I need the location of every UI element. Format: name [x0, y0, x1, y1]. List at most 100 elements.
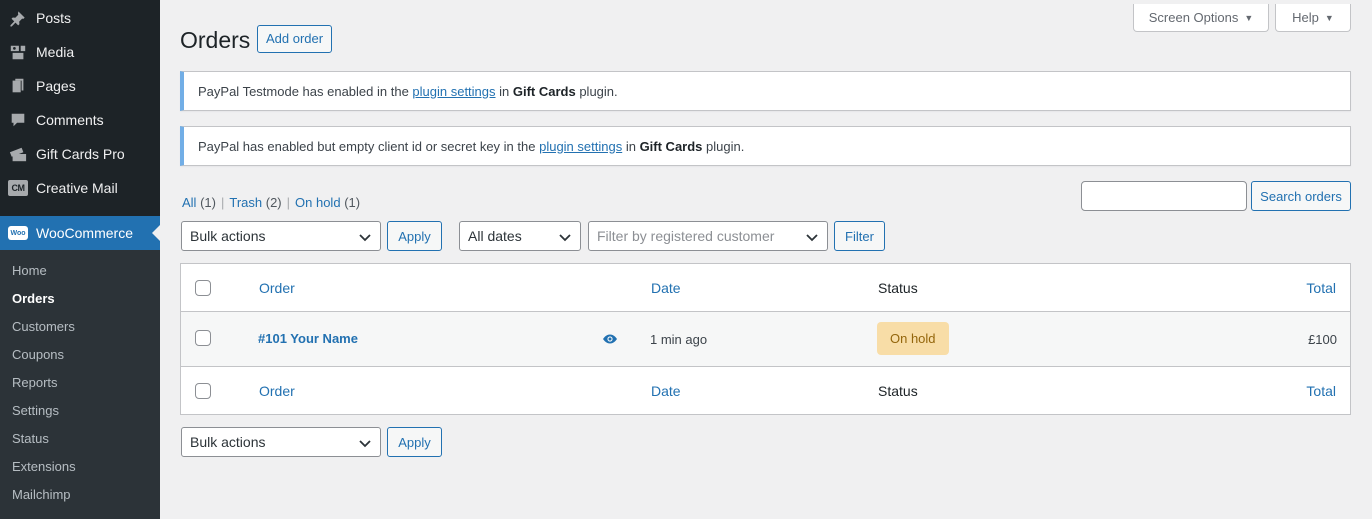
column-order-footer[interactable]: Order: [259, 383, 295, 399]
submenu-status[interactable]: Status: [0, 425, 160, 453]
cm-icon: CM: [8, 178, 28, 198]
apply-button-bottom[interactable]: Apply: [387, 427, 442, 457]
plugin-settings-link[interactable]: plugin settings: [412, 84, 495, 99]
table-row[interactable]: #101 Your Name 1 min ago On hold £100: [181, 312, 1350, 367]
row-checkbox[interactable]: [195, 330, 211, 346]
view-trash-count: (2): [265, 195, 282, 210]
select-all-checkbox[interactable]: [195, 383, 211, 399]
bulk-actions-select[interactable]: Bulk actions: [181, 221, 381, 251]
screen-options-label: Screen Options: [1148, 10, 1239, 25]
orders-table: Order Date Status Total #101 Your Name 1…: [180, 263, 1351, 415]
select-all-checkbox[interactable]: [195, 280, 211, 296]
submenu-extensions[interactable]: Extensions: [0, 453, 160, 481]
page-title: Orders: [180, 27, 251, 53]
bulk-actions-value: Bulk actions: [190, 228, 266, 244]
help-label: Help: [1292, 10, 1319, 25]
submenu-reports[interactable]: Reports: [0, 369, 160, 397]
cm-badge: CM: [8, 180, 28, 196]
notice-prefix: PayPal has enabled but empty client id o…: [198, 138, 540, 154]
customer-filter-select[interactable]: Filter by registered customer: [588, 221, 828, 251]
customer-filter-placeholder: Filter by registered customer: [597, 228, 775, 244]
screen-options-button[interactable]: Screen Options ▼: [1133, 4, 1269, 32]
menu-item-gift-cards-pro[interactable]: Gift Cards Pro: [0, 137, 160, 171]
woocommerce-submenu: Home Orders Customers Coupons Reports Se…: [0, 250, 160, 519]
caret-down-icon: ▼: [1244, 12, 1254, 23]
column-status-header: Status: [878, 280, 918, 296]
filter-button[interactable]: Filter: [834, 221, 885, 251]
submenu-home[interactable]: Home: [0, 257, 160, 285]
menu-item-label: Media: [36, 44, 75, 60]
view-trash-link[interactable]: Trash: [229, 195, 262, 210]
chevron-down-icon: [359, 440, 371, 448]
notice-middle: in: [622, 138, 640, 154]
apply-button[interactable]: Apply: [387, 221, 442, 251]
menu-item-posts[interactable]: Posts: [0, 1, 160, 35]
submenu-settings[interactable]: Settings: [0, 397, 160, 425]
menu-item-woocommerce[interactable]: Woo WooCommerce: [0, 216, 160, 250]
notice-middle: in: [495, 83, 513, 99]
order-link[interactable]: #101 Your Name: [258, 331, 358, 346]
dates-select[interactable]: All dates: [459, 221, 581, 251]
column-status-footer: Status: [878, 383, 918, 399]
plugin-settings-link[interactable]: plugin settings: [539, 139, 622, 154]
view-on-hold-count: (1): [344, 195, 361, 210]
notice-suffix: plugin.: [702, 138, 745, 154]
chevron-down-icon: [559, 234, 571, 242]
admin-sidebar: Posts Media Pages Comments Gift Cards Pr…: [0, 0, 160, 519]
submenu-coupons[interactable]: Coupons: [0, 341, 160, 369]
menu-item-label: Pages: [36, 78, 76, 94]
menu-item-media[interactable]: Media: [0, 35, 160, 69]
column-total-footer[interactable]: Total: [1306, 383, 1336, 399]
notice-prefix: PayPal Testmode has enabled in the: [198, 83, 413, 99]
gift-cards-icon: [8, 144, 28, 164]
pages-icon: [8, 76, 28, 96]
comment-icon: [8, 110, 28, 130]
order-total: £100: [1308, 332, 1337, 347]
notice-plugin-name: Gift Cards: [512, 83, 576, 99]
menu-item-label: WooCommerce: [36, 225, 133, 241]
view-on-hold-link[interactable]: On hold: [295, 195, 341, 210]
help-button[interactable]: Help ▼: [1275, 4, 1351, 32]
woo-badge: Woo: [8, 226, 28, 240]
add-order-button[interactable]: Add order: [257, 25, 333, 53]
eye-icon[interactable]: [602, 333, 618, 345]
notice-paypal-empty-keys: PayPal has enabled but empty client id o…: [180, 126, 1351, 166]
search-orders-button[interactable]: Search orders: [1251, 181, 1351, 211]
menu-item-creative-mail[interactable]: CM Creative Mail: [0, 171, 160, 205]
chevron-down-icon: [806, 234, 818, 242]
notice-text: PayPal Testmode has enabled in the plugi…: [198, 84, 618, 99]
submenu-customers[interactable]: Customers: [0, 313, 160, 341]
menu-item-pages[interactable]: Pages: [0, 69, 160, 103]
view-all-count: (1): [200, 195, 216, 210]
search-orders-input[interactable]: [1081, 181, 1247, 211]
view-separator: |: [286, 195, 291, 210]
submenu-orders[interactable]: Orders: [0, 285, 160, 313]
notice-plugin-name: Gift Cards: [639, 138, 703, 154]
menu-item-label: Creative Mail: [36, 180, 118, 196]
notice-text: PayPal has enabled but empty client id o…: [198, 139, 744, 154]
woocommerce-icon: Woo: [8, 223, 28, 243]
menu-item-label: Gift Cards Pro: [36, 146, 125, 162]
notice-paypal-testmode: PayPal Testmode has enabled in the plugi…: [180, 71, 1351, 111]
table-header-row: Order Date Status Total: [181, 264, 1350, 312]
pin-icon: [8, 8, 28, 28]
caret-down-icon: ▼: [1324, 12, 1334, 23]
notice-suffix: plugin.: [575, 83, 618, 99]
media-icon: [8, 42, 28, 62]
view-all-link[interactable]: All: [182, 195, 196, 210]
menu-item-comments[interactable]: Comments: [0, 103, 160, 137]
current-menu-arrow: [152, 225, 160, 241]
menu-item-label: Comments: [36, 112, 104, 128]
bulk-actions-value: Bulk actions: [190, 434, 266, 450]
submenu-mailchimp[interactable]: Mailchimp: [0, 481, 160, 509]
order-date: 1 min ago: [650, 332, 708, 347]
bulk-actions-select-bottom[interactable]: Bulk actions: [181, 427, 381, 457]
dates-value: All dates: [468, 228, 522, 244]
column-date-footer[interactable]: Date: [651, 383, 681, 399]
column-order-header[interactable]: Order: [259, 280, 295, 296]
status-views: All (1) | Trash (2) | On hold (1): [182, 195, 360, 210]
table-footer-row: Order Date Status Total: [181, 367, 1350, 415]
view-separator: |: [220, 195, 225, 210]
column-total-header[interactable]: Total: [1306, 280, 1336, 296]
column-date-header[interactable]: Date: [651, 280, 681, 296]
